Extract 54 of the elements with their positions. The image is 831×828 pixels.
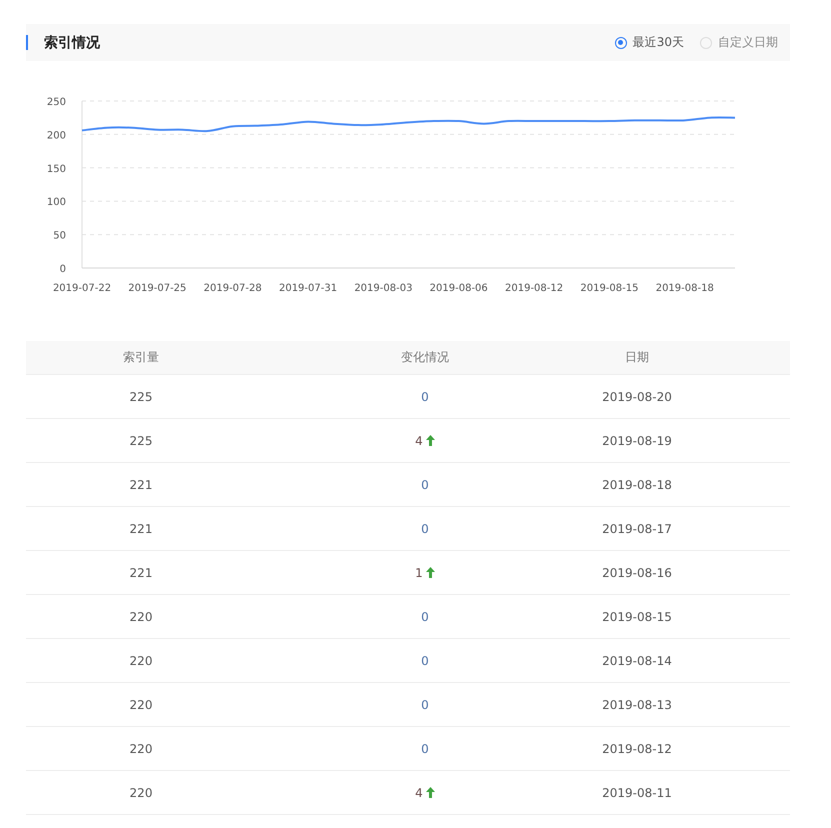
y-tick-label: 50	[53, 230, 66, 242]
up-arrow-icon	[426, 787, 435, 798]
radio-option[interactable]: 最近30天	[614, 34, 684, 51]
table-cell-text: 2019-08-16	[601, 566, 673, 580]
column-header: 索引量	[122, 349, 160, 366]
table-cell-text: 225	[128, 390, 154, 404]
section-title: 索引情况	[44, 34, 100, 52]
table-cell-text: 220	[128, 786, 154, 800]
table-cell-text: 2019-08-12	[601, 742, 673, 756]
table-cell-text: 220	[128, 742, 154, 756]
table-cell-text: 2019-08-19	[601, 434, 673, 448]
table-cell-text: 225	[128, 434, 154, 448]
table-cell-text: 221	[128, 478, 154, 492]
table-cell: 0	[421, 698, 429, 712]
x-tick-label: 2019-07-28	[204, 283, 262, 294]
table-cell-text: 221	[128, 522, 154, 536]
table-cell-text: 2019-08-15	[601, 610, 673, 624]
up-arrow-icon	[426, 567, 435, 578]
y-tick-label: 100	[46, 197, 66, 208]
table-cell: 4	[415, 434, 423, 448]
y-tick-label: 150	[46, 164, 66, 175]
x-tick-label: 2019-07-22	[52, 283, 112, 294]
x-tick-label: 2019-08-18	[656, 283, 714, 294]
table-cell-text: 221	[128, 566, 154, 580]
table-cell-text: 2019-08-20	[601, 390, 673, 404]
up-arrow-icon	[426, 435, 435, 446]
table-cell: 0	[421, 478, 429, 492]
table-cell-text: 2019-08-18	[601, 478, 673, 492]
table-cell-text: 2019-08-14	[601, 654, 673, 668]
table-cell: 4	[415, 786, 423, 800]
x-tick-label: 2019-07-31	[278, 283, 338, 294]
table-cell: 1	[415, 566, 423, 580]
y-tick-label: 0	[60, 264, 66, 275]
table-cell: 0	[421, 390, 429, 404]
x-tick-label: 2019-08-06	[430, 283, 488, 294]
y-tick-label: 200	[46, 130, 66, 142]
table-cell-text: 2019-08-13	[601, 698, 673, 712]
table-cell-text: 220	[128, 610, 154, 624]
table-cell: 0	[421, 742, 429, 756]
table-cell-text: 220	[128, 654, 154, 668]
x-tick-label: 2019-08-15	[580, 283, 638, 294]
x-tick-label: 2019-08-12	[505, 283, 564, 294]
table-cell-text: 2019-08-17	[601, 522, 673, 536]
table-cell: 0	[421, 610, 429, 624]
column-header: 日期	[624, 349, 650, 366]
column-header: 变化情况	[400, 349, 450, 366]
table-cell: 0	[421, 522, 429, 536]
table-cell-text: 220	[128, 698, 154, 712]
table-cell: 0	[421, 654, 429, 668]
x-tick-label: 2019-07-25	[128, 283, 186, 294]
accent-bar	[26, 35, 28, 50]
y-tick-label: 250	[46, 97, 66, 108]
x-tick-label: 2019-08-03	[354, 283, 412, 294]
table-cell-text: 2019-08-11	[601, 786, 673, 800]
